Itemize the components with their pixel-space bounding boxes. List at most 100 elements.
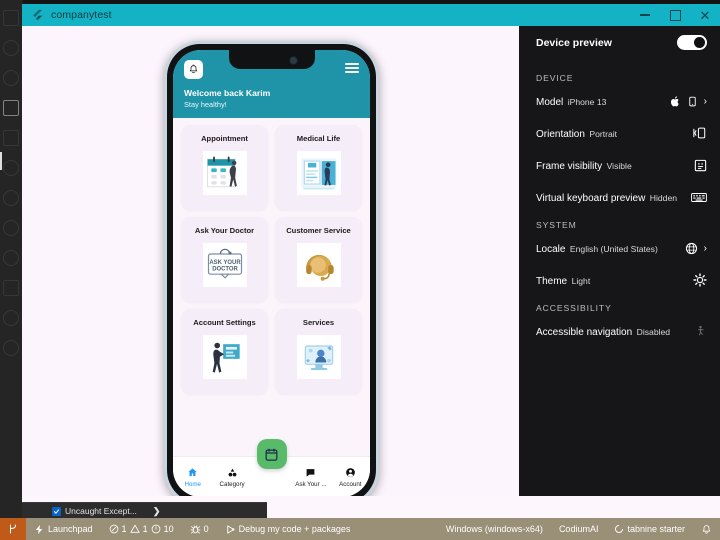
row-locale[interactable]: Locale English (United States) › [536, 239, 707, 257]
row-model[interactable]: Model iPhone 13 › [536, 92, 707, 110]
keyboard-icon[interactable] [691, 192, 707, 203]
row-value: Hidden [649, 193, 678, 203]
launchpad-icon [34, 524, 45, 535]
status-bugs[interactable]: 0 [182, 524, 217, 534]
row-frame-visibility[interactable]: Frame visibility Visible [536, 156, 707, 174]
frame-icon[interactable] [694, 159, 707, 172]
explorer-icon[interactable] [3, 10, 19, 26]
debug-config-label: Debug my code + packages [238, 524, 351, 534]
front-camera-icon [288, 56, 298, 65]
close-button[interactable]: ✕ [690, 4, 720, 26]
row-label: Frame visibility [536, 161, 603, 172]
exception-checkbox[interactable] [52, 506, 61, 516]
flutter-outline-icon[interactable] [3, 160, 19, 176]
medical-records-illustration [296, 150, 341, 195]
brightness-icon[interactable] [693, 273, 707, 287]
headset-support-illustration [296, 242, 341, 287]
row-label: Locale [536, 244, 566, 255]
nav-label: Home [184, 480, 201, 488]
status-codiumai[interactable]: CodiumAI [551, 524, 607, 534]
source-control-icon[interactable] [3, 70, 19, 86]
notification-bell-icon[interactable] [701, 524, 712, 535]
ide-activity-bar[interactable] [0, 0, 23, 518]
calendar-illustration [202, 150, 247, 195]
row-orientation[interactable]: Orientation Portrait [536, 124, 707, 142]
row-theme[interactable]: Theme Light [536, 271, 707, 289]
nav-label: Category [219, 480, 245, 488]
hamburger-menu-icon[interactable] [345, 63, 359, 73]
row-virtual-keyboard[interactable]: Virtual keyboard preview Hidden [536, 188, 707, 206]
feature-card-grid: Appointment Medical Life Ask Your Doctor… [173, 118, 370, 445]
window-title: companytest [51, 9, 112, 21]
card-account-settings[interactable]: Account Settings [181, 308, 268, 394]
status-tabnine[interactable]: tabnine starter [606, 524, 693, 534]
window-title-bar[interactable]: companytest ✕ [22, 4, 720, 26]
remote-icon[interactable] [3, 220, 19, 236]
chevron-right-icon[interactable]: › [704, 243, 707, 254]
status-launchpad[interactable]: Launchpad [26, 524, 101, 535]
card-customer-service[interactable]: Customer Service [275, 216, 362, 302]
ask-your-doctor-illustration: ASK YOUR DOCTOR [202, 242, 247, 287]
status-errors[interactable]: 1 1 10 [101, 524, 182, 534]
nav-item-category[interactable]: Category [212, 467, 251, 488]
search-icon[interactable] [3, 40, 19, 56]
card-label: Medical Life [296, 133, 341, 143]
phone-notch [228, 50, 315, 69]
card-label: Customer Service [286, 225, 351, 235]
platform-label: Windows (windows-x64) [445, 524, 543, 534]
device-preview-title: Device preview [536, 36, 612, 49]
bottom-bar-wrapper: Home Category Ask Your ... Account [173, 439, 370, 496]
account-activity-icon[interactable] [3, 310, 19, 326]
card-services[interactable]: Services [275, 308, 362, 394]
nav-item-home[interactable]: Home [173, 467, 212, 488]
calendar-fab-button[interactable] [256, 439, 287, 469]
row-label: Model [536, 97, 564, 108]
status-platform[interactable]: Windows (windows-x64) [438, 524, 551, 534]
uncaught-exception-bar[interactable]: Uncaught Except... ❯ [22, 502, 267, 519]
home-icon [187, 467, 198, 479]
card-appointment[interactable]: Appointment [181, 124, 268, 210]
database-icon[interactable] [3, 280, 19, 296]
section-heading-accessibility: ACCESSIBILITY [536, 303, 612, 313]
welcome-text: Welcome back Karim [184, 88, 271, 98]
svg-text:DOCTOR: DOCTOR [212, 266, 238, 272]
row-label: Orientation [536, 129, 585, 140]
tabnine-icon [614, 524, 624, 534]
status-debug-config[interactable]: Debug my code + packages [217, 524, 359, 535]
flutter-icon [31, 9, 44, 22]
welcome-subtitle: Stay healthy! [184, 99, 227, 109]
status-bar[interactable]: Launchpad 1 1 10 0 Debug my code + packa… [0, 518, 720, 540]
card-ask-your-doctor[interactable]: Ask Your Doctor ASK YOUR DOCTOR [181, 216, 268, 302]
rotate-device-icon[interactable] [691, 126, 707, 140]
card-label: Ask Your Doctor [194, 225, 255, 235]
section-heading-device: DEVICE [536, 73, 574, 83]
docker-icon[interactable] [3, 250, 19, 266]
status-notifications[interactable] [693, 524, 720, 535]
branch-icon[interactable] [0, 518, 26, 540]
bug-icon [190, 524, 201, 534]
row-value: Visible [606, 161, 632, 171]
info-count: 10 [163, 524, 174, 534]
nav-label: Ask Your ... [295, 480, 327, 488]
settings-gear-icon[interactable] [3, 340, 19, 356]
expand-chevron-icon[interactable]: ❯ [153, 506, 161, 517]
nav-item-ask-your-doctor[interactable]: Ask Your ... [291, 467, 330, 488]
card-medical-life[interactable]: Medical Life [275, 124, 362, 210]
run-debug-icon[interactable] [3, 100, 19, 116]
minimize-button[interactable] [630, 4, 660, 26]
chevron-right-icon[interactable]: › [704, 96, 707, 107]
extensions-icon[interactable] [3, 130, 19, 146]
row-accessible-navigation[interactable]: Accessible navigation Disabled [536, 322, 707, 340]
section-heading-system: SYSTEM [536, 220, 577, 230]
card-label: Appointment [201, 133, 248, 143]
bell-icon[interactable] [184, 60, 203, 79]
accessibility-icon[interactable] [695, 324, 707, 338]
nav-item-account[interactable]: Account [331, 467, 370, 488]
maximize-button[interactable] [660, 4, 690, 26]
device-preview-toggle[interactable] [677, 35, 707, 50]
phone-icon [687, 95, 698, 108]
device-preview-panel: Device preview DEVICE Model iPhone 13 › … [519, 26, 720, 496]
row-value: iPhone 13 [567, 97, 607, 107]
row-label: Virtual keyboard preview [536, 193, 646, 204]
testing-icon[interactable] [3, 190, 19, 206]
